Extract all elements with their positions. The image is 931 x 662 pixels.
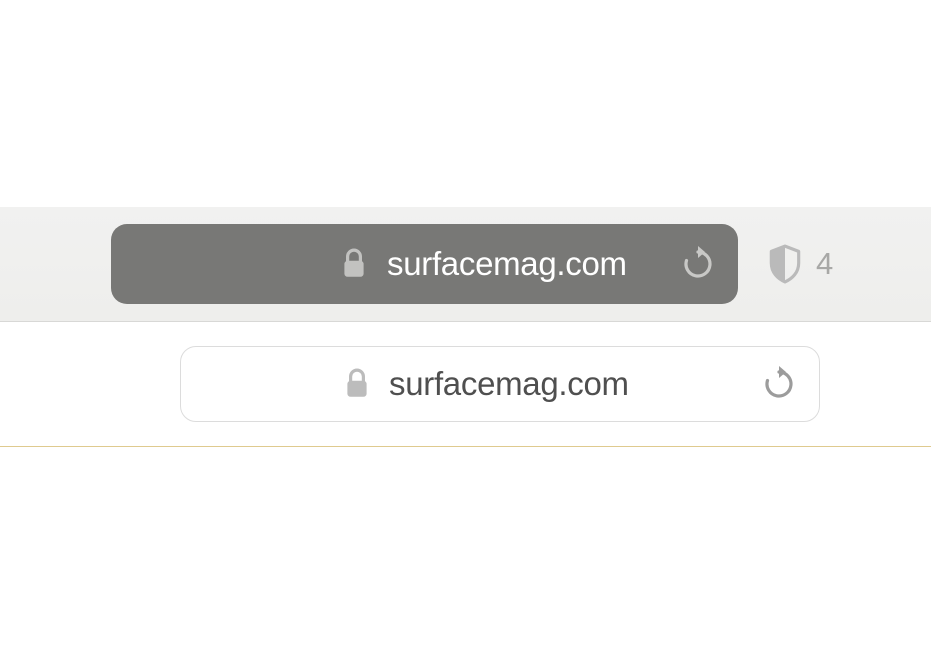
shield-icon (768, 244, 802, 284)
divider-line (0, 446, 931, 447)
lock-icon (341, 248, 367, 280)
tracker-count: 4 (816, 246, 833, 282)
address-url-text: surfacemag.com (387, 245, 627, 283)
top-spacer (0, 0, 931, 207)
browser-toolbar: surfacemag.com 4 (0, 207, 931, 322)
reload-button[interactable] (682, 246, 714, 282)
address-bar-active[interactable]: surfacemag.com (111, 224, 738, 304)
reload-button[interactable] (763, 366, 795, 402)
privacy-report[interactable]: 4 (768, 244, 833, 284)
lock-icon (344, 368, 370, 400)
address-bar-secondary[interactable]: surfacemag.com (180, 346, 820, 422)
address-url-text: surfacemag.com (389, 365, 629, 403)
